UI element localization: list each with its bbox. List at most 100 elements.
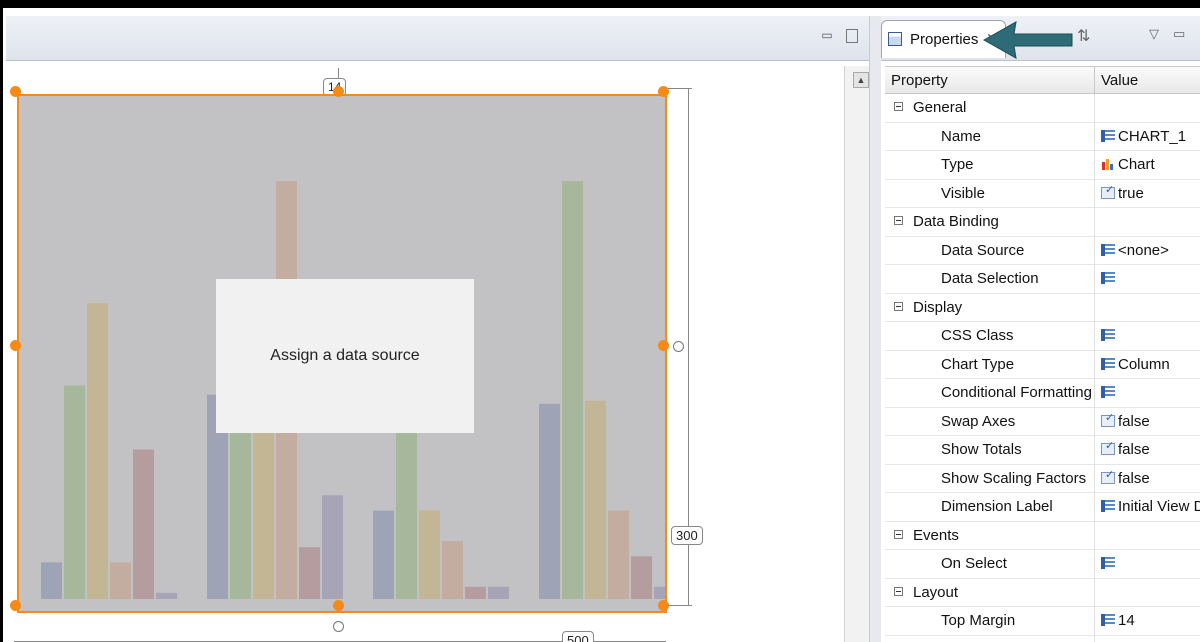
placeholder-bar: [133, 449, 154, 599]
property-value[interactable]: <none>: [1101, 242, 1169, 259]
property-group-row[interactable]: Events: [885, 521, 1200, 550]
placeholder-bar: [322, 495, 343, 599]
collapse-icon[interactable]: [894, 586, 903, 596]
group-label: Events: [913, 526, 959, 544]
property-row[interactable]: Show Scaling Factors false: [885, 464, 1200, 493]
property-value[interactable]: Initial View De: [1101, 498, 1200, 515]
properties-toolbar: Properties ✕ ⇅ ▽ ▭: [881, 16, 1200, 61]
property-value[interactable]: 14: [1101, 612, 1135, 629]
property-group-row[interactable]: General: [885, 94, 1200, 123]
property-value[interactable]: Chart: [1101, 156, 1155, 173]
property-grid-header: Property Value: [885, 67, 1200, 94]
group-label: Display: [913, 298, 963, 316]
property-row[interactable]: Left Margin144: [885, 635, 1200, 642]
resize-handle-bottom-left[interactable]: [10, 600, 21, 611]
vertical-scrollbar[interactable]: ▲: [844, 66, 872, 642]
property-row[interactable]: Top Margin 14: [885, 607, 1200, 636]
property-value-text: CHART_1: [1118, 127, 1187, 145]
text-value-icon: [1101, 243, 1115, 256]
property-value[interactable]: CHART_1: [1101, 128, 1186, 145]
pin-icon[interactable]: ⇅: [1077, 26, 1090, 46]
property-value-text: Column: [1118, 355, 1170, 373]
placeholder-bar: [110, 562, 131, 599]
maximize-icon[interactable]: [846, 29, 858, 43]
property-row[interactable]: Name CHART_1: [885, 122, 1200, 151]
minimize-icon[interactable]: ▭: [1173, 26, 1185, 42]
property-group-row[interactable]: Display: [885, 293, 1200, 322]
property-name: Name: [941, 127, 982, 145]
app-window: ▭ ▲ 14 Assign a data source 3: [0, 0, 1200, 642]
property-value-text: true: [1118, 184, 1144, 202]
property-value[interactable]: Column: [1101, 356, 1170, 373]
placeholder-bar: [465, 586, 486, 599]
collapse-icon[interactable]: [894, 102, 903, 111]
text-value-icon: [1101, 129, 1115, 142]
resize-handle-top-left[interactable]: [10, 86, 21, 97]
chart-component[interactable]: Assign a data source: [17, 94, 667, 613]
property-name: On Select: [941, 555, 1007, 572]
property-value[interactable]: [1101, 327, 1118, 344]
collapse-icon[interactable]: [894, 301, 903, 311]
property-value-text: <none>: [1118, 241, 1169, 259]
property-row[interactable]: CSS Class: [885, 322, 1200, 351]
placeholder-bar: [539, 403, 560, 599]
placeholder-bar: [156, 592, 177, 599]
property-name: Swap Axes: [941, 412, 1016, 430]
property-value[interactable]: [1101, 555, 1118, 572]
property-value[interactable]: false: [1101, 468, 1150, 487]
column-header-value[interactable]: Value: [1101, 72, 1138, 89]
property-name: Conditional Formatting: [941, 384, 1092, 401]
property-group-row[interactable]: Data Binding: [885, 208, 1200, 237]
minimize-icon[interactable]: ▭: [820, 28, 834, 42]
property-name: Dimension Label: [941, 498, 1053, 515]
text-value-icon: [1101, 614, 1115, 626]
placeholder-bar: [631, 556, 652, 599]
resize-handle-top[interactable]: [333, 86, 344, 97]
resize-handle-right[interactable]: [658, 340, 669, 351]
property-value-text: Initial View De: [1118, 498, 1200, 515]
boolean-icon: [1101, 411, 1115, 427]
property-row[interactable]: Visible true: [885, 179, 1200, 208]
placeholder-bar: [442, 541, 463, 599]
property-value[interactable]: [1101, 384, 1118, 401]
property-row[interactable]: On Select: [885, 550, 1200, 579]
property-row[interactable]: Data Source <none>: [885, 236, 1200, 265]
view-menu-icon[interactable]: ▽: [1149, 26, 1159, 42]
scroll-up-arrow-icon[interactable]: ▲: [853, 72, 869, 88]
property-row[interactable]: Type Chart: [885, 151, 1200, 180]
placeholder-bar: [41, 562, 62, 599]
property-value[interactable]: [1101, 270, 1118, 287]
editor-toolbar: ▭: [6, 16, 872, 61]
property-name: Data Source: [941, 241, 1025, 259]
property-row[interactable]: Swap Axes false: [885, 407, 1200, 436]
property-row[interactable]: Chart Type Column: [885, 350, 1200, 379]
property-row[interactable]: Show Totals false: [885, 436, 1200, 465]
boolean-icon: [1101, 439, 1115, 455]
right-anchor-circle[interactable]: [673, 341, 684, 352]
property-value[interactable]: false: [1101, 411, 1150, 430]
placeholder-bar: [419, 510, 440, 599]
property-value[interactable]: true: [1101, 183, 1144, 202]
text-value-icon: [1101, 272, 1115, 284]
property-row[interactable]: Conditional Formatting: [885, 379, 1200, 408]
property-value[interactable]: false: [1101, 439, 1150, 458]
property-row[interactable]: Dimension Label Initial View De: [885, 493, 1200, 522]
assign-data-source-text: Assign a data source: [270, 347, 420, 364]
properties-icon: [888, 32, 902, 46]
column-header-property[interactable]: Property: [891, 72, 948, 89]
property-name: Type: [941, 156, 974, 173]
placeholder-bar: [654, 586, 665, 599]
property-row[interactable]: Data Selection: [885, 265, 1200, 294]
resize-handle-left[interactable]: [10, 340, 21, 351]
property-name: Visible: [941, 184, 985, 202]
assign-data-source-box[interactable]: Assign a data source: [216, 279, 474, 433]
property-group-row[interactable]: Layout: [885, 578, 1200, 607]
property-name: Data Selection: [941, 270, 1039, 287]
resize-handle-bottom[interactable]: [333, 600, 344, 611]
collapse-icon[interactable]: [894, 529, 903, 539]
bottom-anchor-circle[interactable]: [333, 621, 344, 632]
collapse-icon[interactable]: [894, 216, 903, 225]
property-value-text: false: [1118, 441, 1150, 458]
property-value-text: false: [1118, 469, 1150, 487]
placeholder-bar: [87, 303, 108, 599]
